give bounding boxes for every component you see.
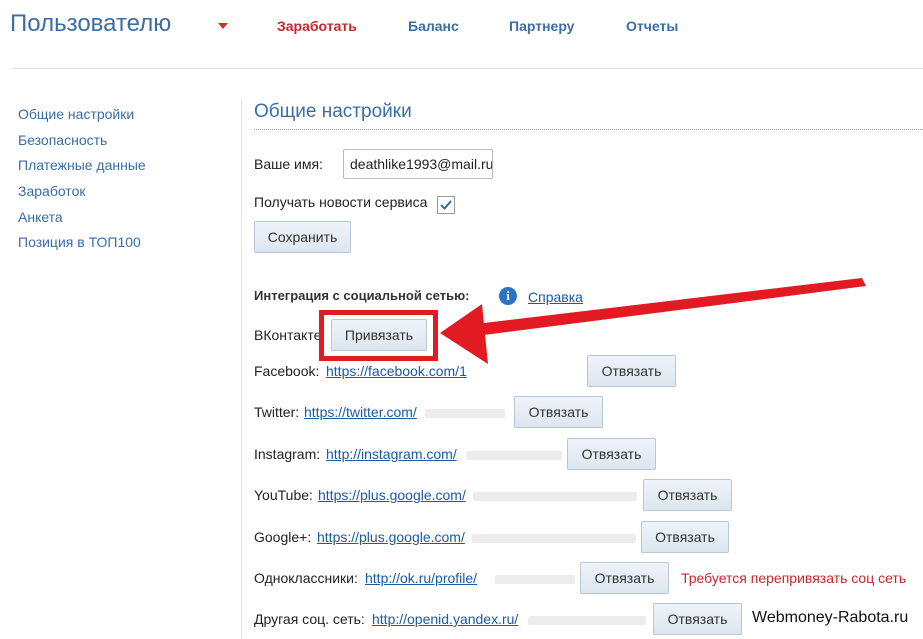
red-arrow-icon: [440, 278, 866, 364]
watermark: Webmoney-Rabota.ru: [748, 607, 913, 629]
